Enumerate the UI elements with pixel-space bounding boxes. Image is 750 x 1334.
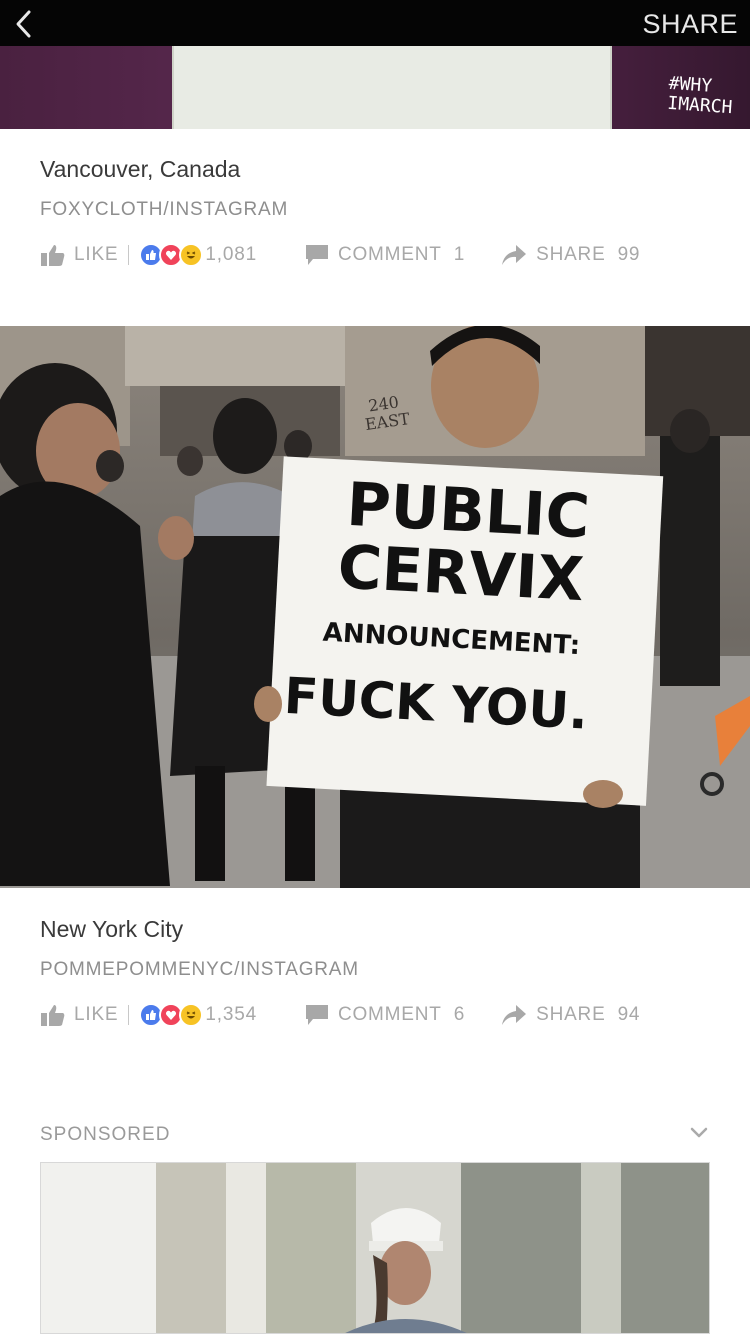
- sponsored-label: SPONSORED: [40, 1124, 171, 1145]
- reactions[interactable]: 1,081: [139, 243, 257, 267]
- story-photo-new-york[interactable]: 240 EAST PUBLIC CERVIX ANNOUNCEMENT: FUC…: [0, 326, 750, 888]
- comment-button[interactable]: COMMENT 6: [305, 1004, 465, 1026]
- comment-button[interactable]: COMMENT 1: [305, 244, 465, 266]
- sign-line-2: CERVIX: [336, 532, 586, 615]
- protest-photo: 240 EAST PUBLIC CERVIX ANNOUNCEMENT: FUC…: [0, 326, 750, 888]
- story-credit: POMMEPOMMENYC/INSTAGRAM: [40, 959, 359, 980]
- share-arrow-icon: [502, 1005, 527, 1025]
- divider: [128, 245, 130, 265]
- sponsored-ad-image[interactable]: [40, 1162, 710, 1334]
- chevron-left-icon: [16, 10, 31, 38]
- divider: [128, 1005, 130, 1025]
- ad-photo: [41, 1163, 709, 1333]
- haha-reaction-icon: [179, 1003, 204, 1027]
- share-count: 94: [617, 1004, 641, 1025]
- photo-hashtag: #WHY IMARCH: [666, 72, 734, 119]
- share-arrow-icon: [502, 245, 527, 265]
- haha-reaction-icon: [179, 243, 204, 267]
- thumbs-up-icon: [41, 245, 65, 266]
- share-story-button[interactable]: SHARE 94: [501, 1004, 640, 1026]
- reactions[interactable]: 1,354: [139, 1003, 257, 1027]
- story-actions: LIKE 1,354 COMMENT 6 SHARE 94: [40, 1000, 720, 1030]
- chevron-down-icon[interactable]: [688, 1124, 710, 1140]
- comment-count: 6: [453, 1004, 466, 1025]
- story-location: New York City: [40, 916, 184, 942]
- comment-icon: [305, 1005, 328, 1025]
- top-bar: SHARE: [0, 0, 750, 46]
- protest-sign: [172, 46, 612, 129]
- story-actions: LIKE 1,081 COMMENT 1 SHARE 99: [40, 240, 720, 270]
- share-count: 99: [617, 244, 641, 265]
- story-photo-vancouver[interactable]: #WHY IMARCH: [0, 46, 750, 129]
- like-button[interactable]: LIKE: [40, 1003, 118, 1027]
- story-location: Vancouver, Canada: [40, 156, 241, 182]
- share-button[interactable]: SHARE: [642, 9, 738, 40]
- story-credit: FOXYCLOTH/INSTAGRAM: [40, 199, 289, 220]
- reaction-count: 1,354: [205, 1004, 257, 1025]
- comment-icon: [305, 245, 328, 265]
- back-button[interactable]: [6, 6, 42, 42]
- reaction-count: 1,081: [205, 244, 257, 265]
- thumbs-up-icon: [41, 1005, 65, 1026]
- like-button[interactable]: LIKE: [40, 243, 118, 267]
- comment-count: 1: [453, 244, 466, 265]
- share-story-button[interactable]: SHARE 99: [501, 244, 640, 266]
